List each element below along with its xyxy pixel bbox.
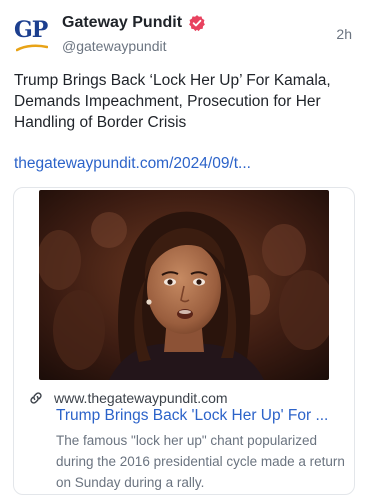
post-link[interactable]: thegatewaypundit.com/2024/09/t...: [14, 155, 251, 173]
link-preview-image[interactable]: [39, 190, 329, 380]
card-domain: www.thegatewaypundit.com: [54, 390, 228, 406]
avatar-swoosh-icon: [16, 44, 48, 52]
verified-badge-icon: [189, 15, 205, 32]
post-timestamp[interactable]: 2h: [336, 26, 352, 42]
author-name-row[interactable]: Gateway Pundit: [62, 14, 206, 32]
author-handle[interactable]: @gatewaypundit: [62, 38, 167, 54]
card-title[interactable]: Trump Brings Back 'Lock Her Up' For ...: [56, 407, 346, 425]
link-preview-card[interactable]: www.thegatewaypundit.com Trump Brings Ba…: [13, 187, 355, 495]
card-description: The famous "lock her up" chant populariz…: [56, 433, 345, 490]
author-display-name[interactable]: Gateway Pundit: [62, 14, 182, 32]
author-avatar[interactable]: GP: [14, 16, 52, 54]
social-post[interactable]: GP Gateway Pundit @gatewaypundit 2h Trum…: [0, 0, 368, 500]
post-text: Trump Brings Back ‘Lock Her Up’ For Kama…: [14, 72, 331, 131]
link-icon: [30, 392, 42, 404]
card-domain-row: www.thegatewaypundit.com: [28, 390, 228, 406]
preview-photo: [39, 190, 329, 380]
avatar-logo-text: GP: [14, 17, 48, 43]
